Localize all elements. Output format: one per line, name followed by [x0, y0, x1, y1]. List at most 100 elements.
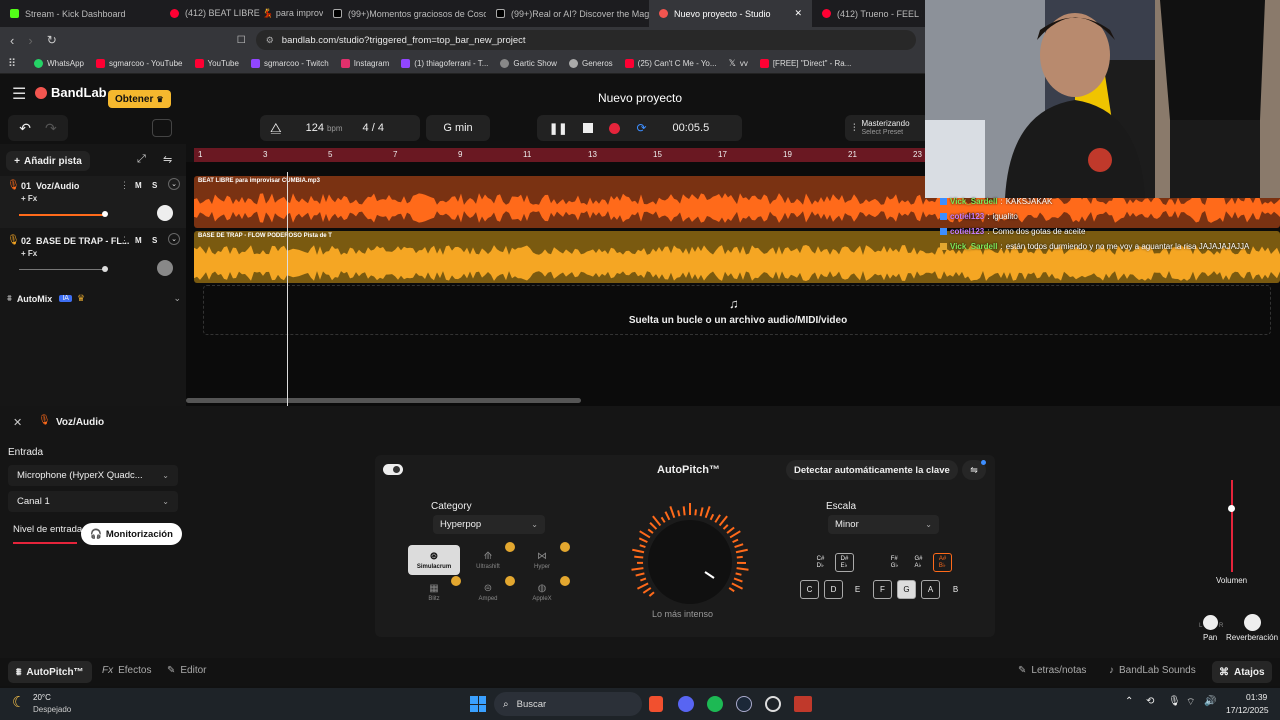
key-e[interactable]: E — [848, 580, 867, 599]
chevron-down-icon[interactable]: ⌄ — [168, 233, 180, 245]
apps-grid-icon[interactable]: ⠿ — [8, 57, 16, 70]
pan-knob[interactable] — [157, 205, 173, 221]
forward-icon[interactable]: › — [28, 33, 32, 48]
track-name[interactable]: BASE DE TRAP - FL... — [36, 236, 129, 246]
key-c[interactable]: C — [800, 580, 819, 599]
chevron-up-icon[interactable]: ⌃ — [1125, 696, 1133, 707]
kebab-icon[interactable]: ⋮ — [120, 235, 129, 246]
reload-icon[interactable]: ↻ — [47, 33, 57, 47]
steam-icon[interactable] — [736, 696, 752, 712]
bookmark-twitch[interactable]: sgmarcoo - Twitch — [250, 58, 329, 68]
tab-autopitch[interactable]: ⩩ AutoPitch™ — [8, 661, 92, 683]
bookmark-vv[interactable]: 𝕏vv — [729, 58, 748, 69]
stop-icon[interactable] — [583, 123, 594, 133]
tab-kick-dashboard[interactable]: Stream - Kick Dashboard — [0, 0, 160, 27]
key-b[interactable]: B — [946, 580, 965, 599]
automix-row[interactable]: ⩩ AutoMix IA ♛ ⌄ — [7, 293, 181, 304]
bandlab-sounds-button[interactable]: ♪ BandLab Sounds — [1109, 665, 1196, 676]
tab-coscu[interactable]: (99+)Momentos graciosos de Coscu — [323, 0, 486, 27]
project-title[interactable]: Nuevo proyecto — [540, 91, 740, 105]
discord-icon[interactable] — [678, 696, 694, 712]
clock-date[interactable]: 17/12/2025 — [1226, 705, 1269, 715]
scale-select[interactable]: Minor ⌄ — [828, 515, 939, 534]
undo-icon[interactable]: ↶ — [19, 120, 31, 137]
bookmark-icon[interactable]: ☐ — [237, 35, 246, 46]
volume-slider-thumb[interactable] — [102, 266, 108, 272]
volume-fader-thumb[interactable] — [1228, 505, 1235, 512]
bookmark-cant-c-me[interactable]: (25) Can't C Me - Yo... — [624, 58, 717, 68]
key-f-sharp[interactable]: F# G♭ — [885, 553, 904, 572]
pan-knob[interactable] — [1203, 615, 1218, 630]
close-tab-icon[interactable]: ✕ — [794, 8, 802, 19]
clock-time[interactable]: 01:39 — [1246, 692, 1267, 702]
record-icon[interactable] — [609, 122, 621, 134]
mute-button[interactable]: M — [135, 236, 142, 245]
intensity-knob[interactable] — [625, 500, 755, 615]
network-icon[interactable]: ⟲ — [1146, 696, 1154, 707]
site-info-icon[interactable]: ⚙ — [266, 35, 274, 46]
bookmark-sgmarcoo-youtube[interactable]: sgmarcoo - YouTube — [95, 58, 183, 68]
taskbar-search[interactable]: ⌕ Buscar — [494, 692, 642, 716]
time-signature[interactable]: 4 / 4 — [363, 122, 384, 134]
bookmark-instagram[interactable]: Instagram — [340, 58, 389, 68]
weather-temp[interactable]: 20°C — [33, 693, 51, 702]
solo-button[interactable]: S — [152, 181, 157, 190]
lyrics-button[interactable]: ✎ Letras/notas — [1018, 665, 1086, 676]
volume-slider[interactable] — [19, 214, 105, 216]
effect-simulacrum[interactable]: ⊛ Simulacrum — [408, 545, 460, 575]
settings-sliders-icon[interactable]: ⇋ — [163, 153, 172, 166]
url-field[interactable]: ⚙ bandlab.com/studio?triggered_from=top_… — [255, 30, 916, 50]
bookmark-generos[interactable]: Generos — [568, 58, 613, 68]
horizontal-scrollbar[interactable] — [186, 398, 581, 403]
chevron-down-icon[interactable]: ⌄ — [173, 293, 181, 304]
mic-tray-icon[interactable]: 🎙 — [1168, 696, 1181, 707]
solo-button[interactable]: S — [152, 236, 157, 245]
key-d[interactable]: D — [824, 580, 843, 599]
back-icon[interactable]: ‹ — [10, 33, 14, 48]
shortcuts-button[interactable]: ⌘ Atajos — [1212, 661, 1272, 683]
brave-icon[interactable] — [649, 696, 663, 712]
drop-zone[interactable]: ♫ Suelta un bucle o un archivo audio/MID… — [203, 285, 1271, 335]
track-row[interactable]: 🎙 02 BASE DE TRAP - FL... ⋮ M S ⌄ + Fx — [0, 231, 186, 283]
key-a[interactable]: A — [921, 580, 940, 599]
key-d-sharp[interactable]: D# E♭ — [835, 553, 854, 572]
fx-button[interactable]: + Fx — [21, 194, 37, 203]
pan-knob[interactable] — [157, 260, 173, 276]
add-track-button[interactable]: + Añadir pista — [6, 151, 90, 171]
key-selector[interactable]: G min — [426, 115, 490, 141]
chevron-down-icon[interactable]: ⌄ — [168, 178, 180, 190]
playhead[interactable] — [287, 172, 288, 406]
fx-button[interactable]: + Fx — [21, 249, 37, 258]
bookmark-whatsapp[interactable]: WhatsApp — [34, 58, 84, 68]
app-icon[interactable] — [794, 696, 812, 712]
menu-icon[interactable]: ☰ — [12, 84, 26, 104]
mute-button[interactable]: M — [135, 181, 142, 190]
volume-fader[interactable] — [1231, 480, 1233, 572]
wand-icon[interactable]: ⤢ — [137, 153, 146, 166]
obs-icon[interactable] — [765, 696, 781, 712]
tab-bandlab-studio[interactable]: Nuevo proyecto - Studio ✕ — [649, 0, 812, 27]
tab-efectos[interactable]: Fx Efectos — [102, 665, 151, 676]
monitoring-button[interactable]: 🎧 Monitorización — [81, 523, 182, 545]
obtener-button[interactable]: Obtener ♛ — [108, 90, 171, 108]
bookmark-free-direct[interactable]: [FREE] "Direct" - Ra... — [759, 58, 851, 68]
bookmark-gartic[interactable]: Gartic Show — [500, 58, 557, 68]
tab-beat-libre[interactable]: (412) BEAT LIBRE 💃 para improvisar — [160, 0, 323, 27]
tab-editor[interactable]: ✎ Editor — [167, 665, 207, 676]
wifi-icon[interactable]: ⌔ — [1186, 696, 1195, 709]
key-g[interactable]: G — [897, 580, 916, 599]
bookmark-youtube[interactable]: YouTube — [194, 58, 239, 68]
spotify-icon[interactable] — [707, 696, 723, 712]
volume-slider[interactable] — [19, 269, 105, 270]
category-select[interactable]: Hyperpop ⌄ — [433, 515, 545, 534]
reverb-knob[interactable] — [1244, 614, 1261, 631]
detect-key-button[interactable]: Detectar automáticamente la clave — [786, 460, 958, 480]
volume-icon[interactable]: 🔊 — [1204, 696, 1216, 707]
autopitch-toggle[interactable] — [383, 464, 403, 475]
loop-icon[interactable]: ⟳ — [636, 121, 646, 135]
metronome-icon[interactable]: ⧋ — [270, 120, 282, 136]
kebab-icon[interactable]: ⋮ — [120, 180, 129, 191]
key-g-sharp[interactable]: G# A♭ — [909, 553, 928, 572]
close-icon[interactable]: ✕ — [13, 416, 22, 429]
bookmark-thiagoferrani[interactable]: (1) thiagoferrani - T... — [401, 58, 488, 68]
